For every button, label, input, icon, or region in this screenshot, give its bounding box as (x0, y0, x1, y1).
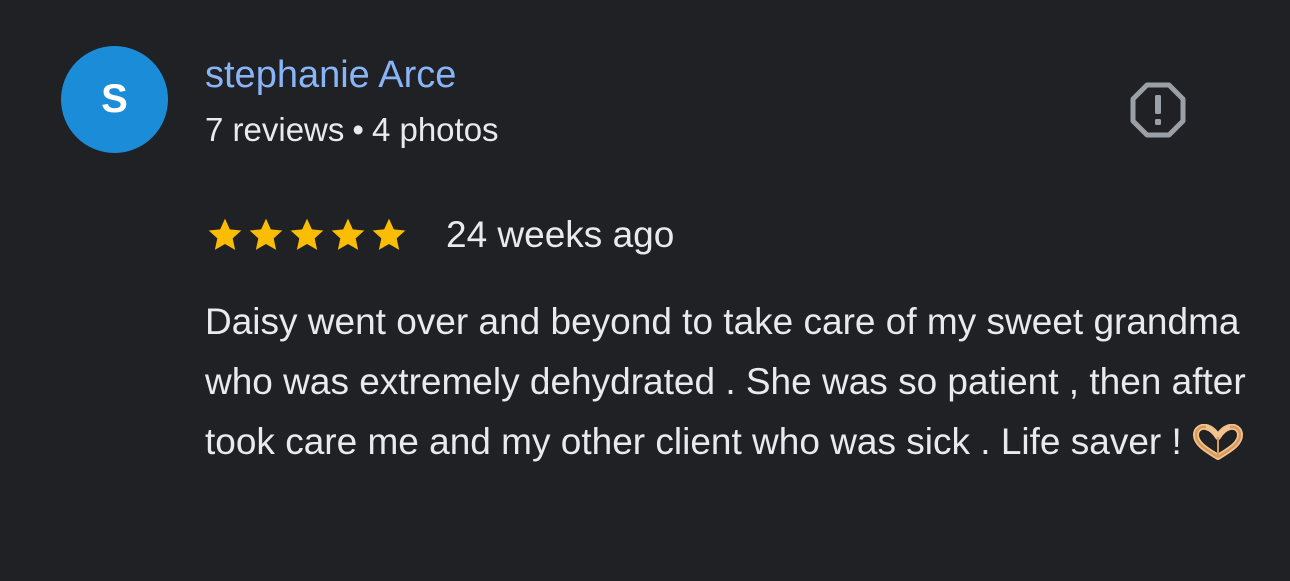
author-meta: 7 reviews • 4 photos (205, 110, 499, 150)
star-icon (372, 218, 406, 250)
avatar-initial: S (101, 77, 128, 121)
review-date: 24 weeks ago (446, 214, 675, 255)
avatar[interactable]: S (61, 46, 168, 153)
heart-hands-emoji (1192, 424, 1243, 460)
star-rating (205, 215, 410, 255)
author-name[interactable]: stephanie Arce (205, 52, 456, 98)
meta-separator: • (352, 111, 364, 148)
photos-count: 4 photos (371, 111, 499, 148)
star-icon (331, 218, 365, 250)
review-text: Daisy went over and beyond to take care … (205, 292, 1255, 472)
report-button[interactable] (1126, 78, 1190, 142)
rating-row: 24 weeks ago (205, 210, 674, 260)
star-icon (290, 218, 324, 250)
star-icon (249, 218, 283, 250)
review-body: Daisy went over and beyond to take care … (205, 301, 1246, 462)
star-icon (208, 218, 242, 250)
reviews-count: 7 reviews (205, 111, 345, 148)
report-octagon-icon (1130, 82, 1186, 138)
review-card: S stephanie Arce 7 reviews • 4 photos 24 w… (0, 0, 1290, 581)
